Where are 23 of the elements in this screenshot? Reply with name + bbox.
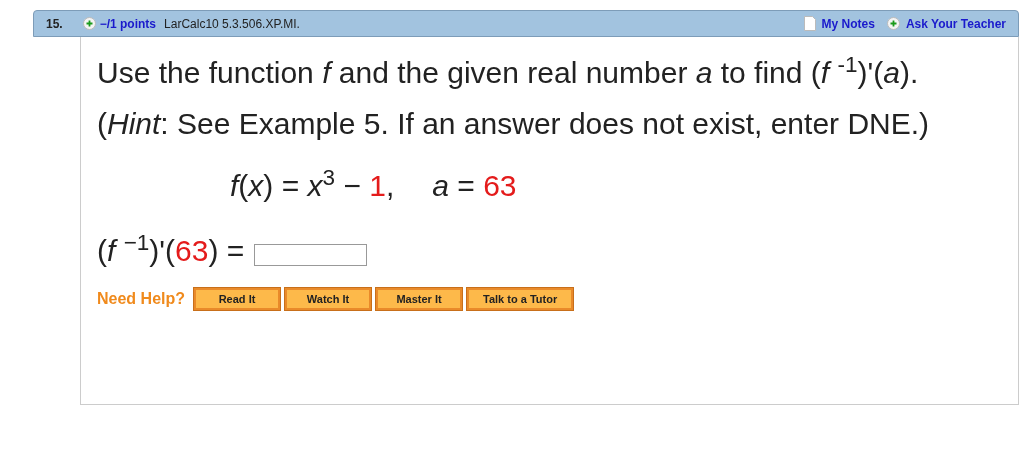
need-help-label: Need Help? xyxy=(97,289,185,309)
help-button[interactable]: Watch It xyxy=(285,288,371,310)
highlighted-value: 63 xyxy=(175,233,209,269)
math-text: ) = xyxy=(208,233,245,269)
highlighted-value: 1 xyxy=(369,168,386,204)
header-link[interactable]: Ask Your Teacher xyxy=(905,14,1006,33)
header-link[interactable]: My Notes xyxy=(821,14,875,33)
highlighted-value: 63 xyxy=(483,168,517,204)
question-text: Use the function f and the given real number a to find (f $^{-1}$)'(a). (Hint: See Example 5. If an answer does not exist, enter DNE.) xyxy=(97,50,931,142)
problem-source: LarCalc10 5.3.506.XP.MI. xyxy=(164,15,300,33)
math-text: (f $^{−1}$)'( xyxy=(97,228,176,269)
help-button[interactable]: Talk to a Tutor xyxy=(467,288,574,310)
plus-icon xyxy=(82,17,96,30)
plus-icon xyxy=(886,17,900,30)
math-text: a = xyxy=(432,168,476,204)
answer-field[interactable] xyxy=(254,243,368,266)
question-number: 15. xyxy=(46,15,63,33)
help-button[interactable]: Read It xyxy=(194,288,280,310)
points-text: −/1 points xyxy=(99,15,157,33)
help-button[interactable]: Master It xyxy=(376,288,462,310)
math-text: , xyxy=(385,168,395,204)
math-text: f(x) = x$^{3}$ − xyxy=(230,163,362,204)
note-icon xyxy=(803,16,816,31)
